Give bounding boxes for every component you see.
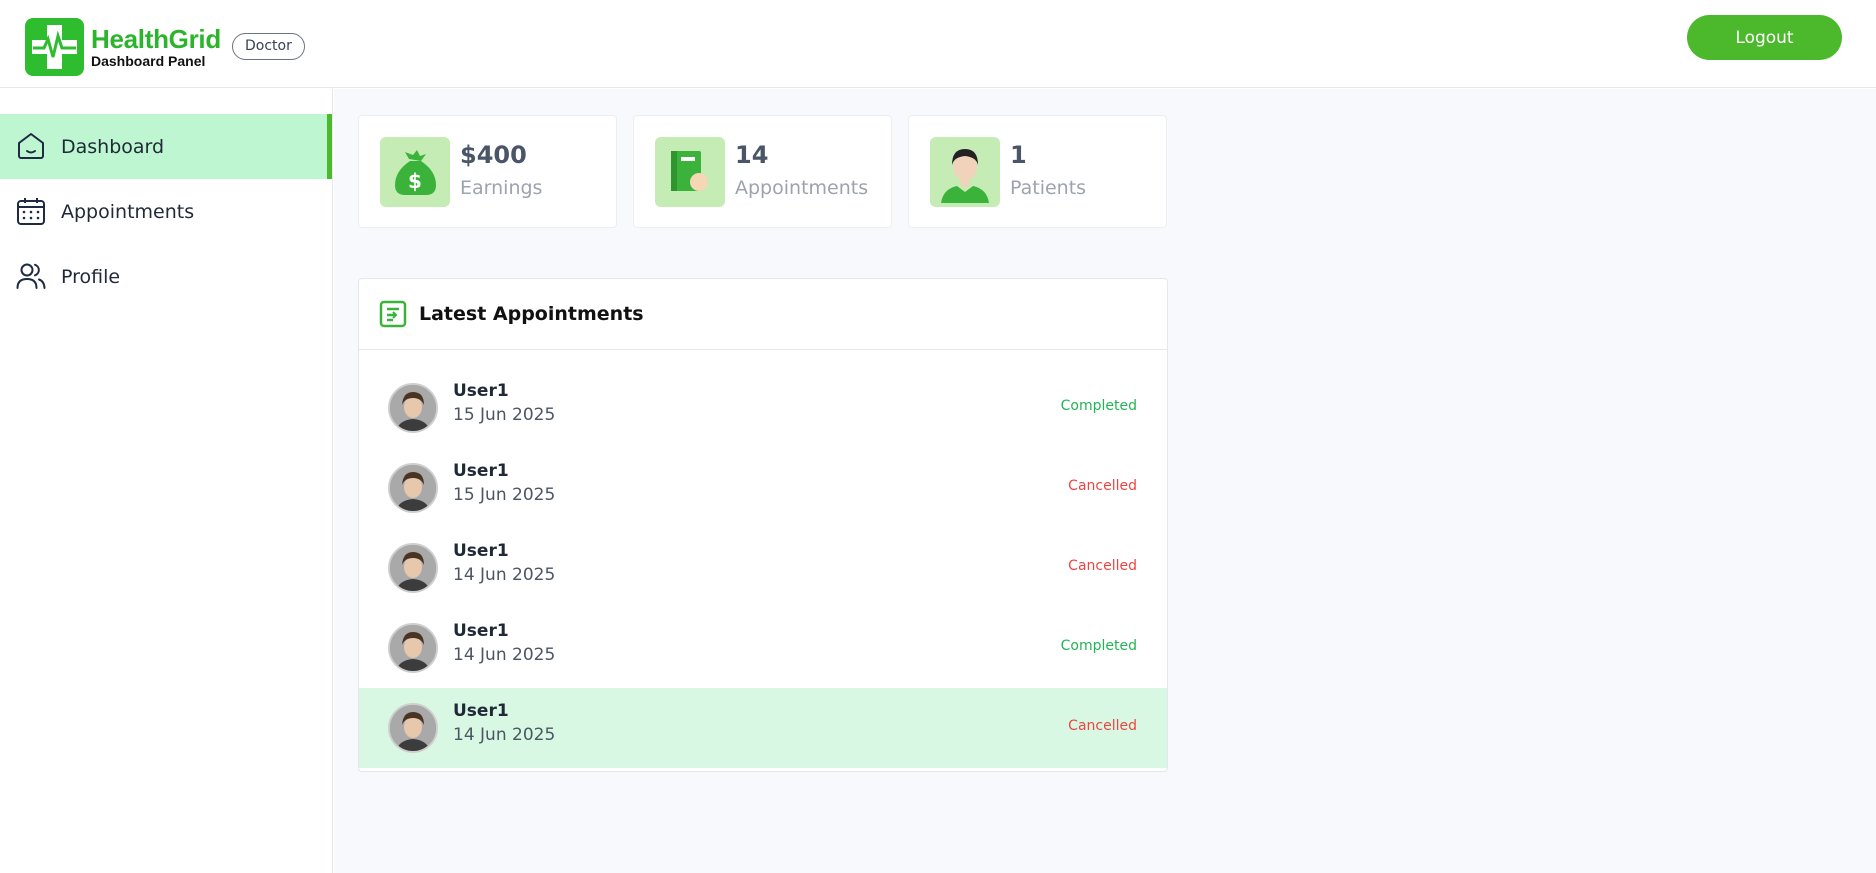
appointment-patient-name: User1 (453, 621, 509, 641)
appointment-patient-name: User1 (453, 701, 509, 721)
appointment-book-icon (655, 137, 725, 207)
sidebar-item-appointments[interactable]: Appointments (0, 179, 332, 244)
avatar (388, 703, 438, 753)
appointment-date: 15 Jun 2025 (453, 405, 556, 425)
brand[interactable]: HealthGrid Dashboard Panel (25, 18, 221, 76)
list-icon (379, 300, 407, 328)
role-badge: Doctor (232, 33, 305, 60)
appointment-date: 15 Jun 2025 (453, 485, 556, 505)
home-icon (18, 133, 44, 159)
status-badge: Completed (1060, 398, 1137, 414)
svg-text:$: $ (408, 169, 422, 193)
sidebar-item-dashboard[interactable]: Dashboard (0, 114, 332, 179)
logout-button[interactable]: Logout (1687, 15, 1842, 60)
stat-card-appointments: 14 Appointments (633, 115, 892, 228)
money-bag-icon: $ (380, 137, 450, 207)
list-item[interactable]: User1 14 Jun 2025 Cancelled (359, 528, 1167, 608)
stat-value: 1 (1010, 141, 1027, 169)
patient-icon (930, 137, 1000, 207)
list-item[interactable]: User1 14 Jun 2025 Completed (359, 608, 1167, 688)
stat-label: Appointments (735, 177, 869, 199)
avatar (388, 543, 438, 593)
appointment-patient-name: User1 (453, 541, 509, 561)
latest-appointments-title: Latest Appointments (419, 303, 644, 325)
stat-card-earnings: $ $400 Earnings (358, 115, 617, 228)
appointment-date: 14 Jun 2025 (453, 565, 556, 585)
top-bar: HealthGrid Dashboard Panel Doctor Logout (0, 0, 1876, 88)
status-badge: Cancelled (1068, 478, 1137, 494)
stat-label: Patients (1010, 177, 1087, 199)
list-item[interactable]: User1 15 Jun 2025 Completed (359, 368, 1167, 448)
sidebar-item-label: Dashboard (61, 135, 165, 158)
brand-title: HealthGrid (91, 23, 221, 54)
status-badge: Cancelled (1068, 718, 1137, 734)
appointment-date: 14 Jun 2025 (453, 645, 556, 665)
stat-value: $400 (460, 141, 527, 169)
sidebar-item-label: Profile (61, 265, 121, 288)
list-item[interactable]: User1 15 Jun 2025 Cancelled (359, 448, 1167, 528)
brand-subtitle: Dashboard Panel (91, 52, 206, 69)
latest-appointments-panel: Latest Appointments User1 15 Jun 2025 Co… (358, 278, 1168, 772)
avatar (388, 463, 438, 513)
avatar (388, 383, 438, 433)
latest-appointments-header: Latest Appointments (359, 279, 1167, 350)
status-badge: Completed (1060, 638, 1137, 654)
main-content: $ $400 Earnings 14 Appointments 1 Patien… (334, 89, 1876, 873)
calendar-icon (17, 198, 45, 225)
appointment-patient-name: User1 (453, 381, 509, 401)
logo-icon (25, 18, 84, 76)
status-badge: Cancelled (1068, 558, 1137, 574)
stat-label: Earnings (460, 177, 543, 199)
sidebar: Dashboard Appointments Profile (0, 89, 333, 873)
appointment-patient-name: User1 (453, 461, 509, 481)
users-icon (16, 263, 46, 289)
stat-card-patients: 1 Patients (908, 115, 1167, 228)
stat-value: 14 (735, 141, 769, 169)
sidebar-item-profile[interactable]: Profile (0, 244, 332, 309)
list-item[interactable]: User1 14 Jun 2025 Cancelled (359, 688, 1167, 768)
appointment-date: 14 Jun 2025 (453, 725, 556, 745)
sidebar-item-label: Appointments (61, 200, 195, 223)
appointment-list: User1 15 Jun 2025 Completed User1 15 Jun… (359, 368, 1167, 768)
avatar (388, 623, 438, 673)
